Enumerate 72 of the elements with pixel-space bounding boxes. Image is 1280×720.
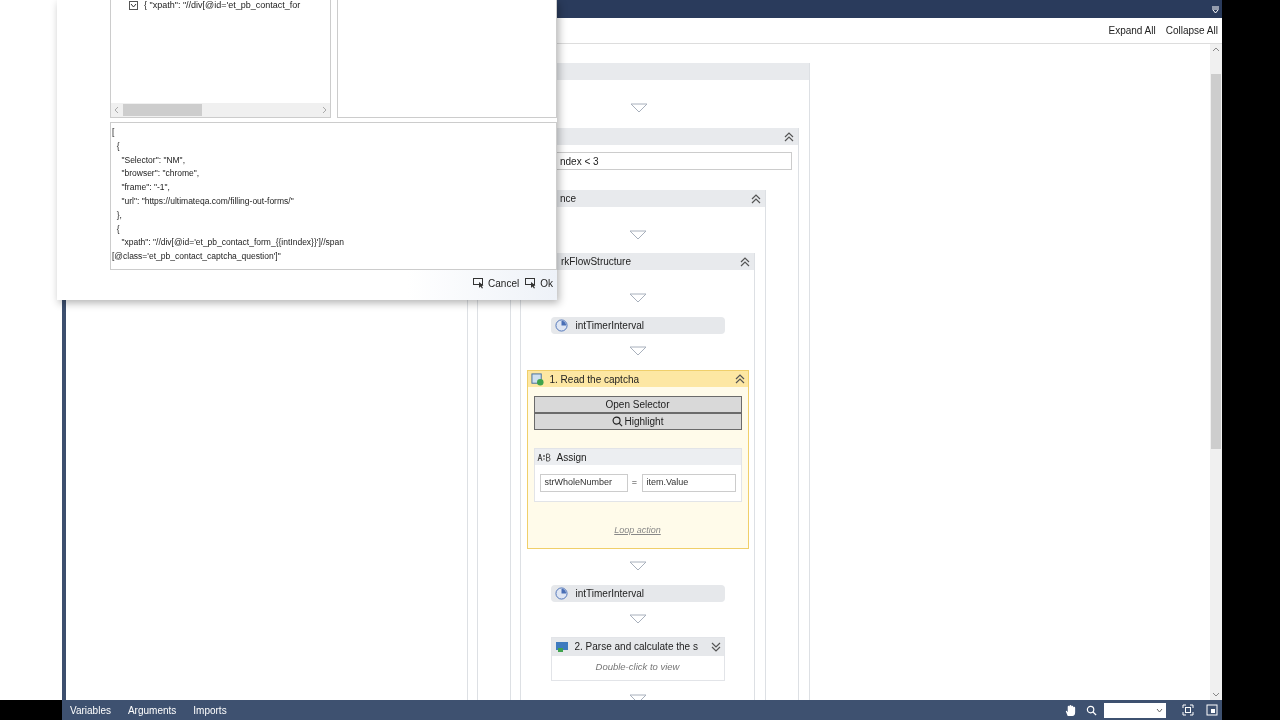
delay-activity[interactable]: intTimerInterval bbox=[550, 317, 725, 334]
assign-to-field[interactable]: strWholeNumber bbox=[539, 474, 628, 492]
code-line: }, bbox=[115, 208, 122, 222]
assign-icon bbox=[536, 452, 551, 462]
double-click-hint: Double-click to view bbox=[594, 660, 681, 675]
collapse-icon[interactable] bbox=[784, 131, 794, 142]
designer-tab[interactable]: Arguments bbox=[127, 702, 177, 718]
scroll-up-icon[interactable] bbox=[1212, 46, 1220, 54]
pin-icon[interactable] bbox=[1211, 4, 1220, 14]
drop-arrow-icon bbox=[628, 693, 647, 700]
code-line: "url": "https://ultimateqa.com/filling-out-forms/" bbox=[120, 195, 294, 208]
collapse-icon[interactable] bbox=[734, 374, 745, 384]
code-line: "browser": "chrome", bbox=[120, 167, 200, 181]
code-line: [ bbox=[112, 126, 115, 139]
drop-arrow-icon bbox=[628, 560, 647, 571]
vertical-scrollbar[interactable] bbox=[1210, 44, 1222, 700]
search-icon bbox=[611, 416, 623, 427]
activity-title: intTimerInterval bbox=[575, 586, 645, 601]
code-line: { bbox=[115, 222, 120, 236]
delay-activity[interactable]: intTimerInterval bbox=[550, 584, 725, 602]
cancel-button[interactable]: Cancel bbox=[473, 276, 520, 291]
tree-node-icon[interactable] bbox=[129, 0, 138, 10]
horizontal-scrollbar[interactable] bbox=[111, 103, 330, 117]
code-line: { bbox=[115, 139, 120, 153]
scroll-down-icon[interactable] bbox=[1212, 690, 1220, 698]
caret-icon bbox=[1156, 707, 1163, 713]
designer-tab[interactable]: Variables bbox=[70, 702, 111, 718]
collapse-icon[interactable] bbox=[740, 256, 750, 267]
activity-title: 2. Parse and calculate the s bbox=[574, 640, 699, 654]
ok-button[interactable]: Ok bbox=[525, 276, 553, 291]
collapse-all-button[interactable]: Collapse All bbox=[1165, 23, 1218, 38]
equals-sign: = bbox=[630, 476, 639, 490]
drop-arrow-icon bbox=[628, 293, 647, 303]
clock-icon bbox=[554, 319, 568, 332]
code-line: "frame": "-1", bbox=[120, 181, 170, 195]
search-icon[interactable] bbox=[1086, 704, 1097, 716]
drop-arrow-icon bbox=[628, 346, 647, 356]
cursor-click-icon bbox=[473, 278, 486, 289]
hand-icon[interactable] bbox=[1064, 703, 1077, 717]
selector-text-area[interactable] bbox=[110, 122, 557, 270]
tree-node-label[interactable]: { "xpath": "//div[@id='et_pb_contact_for bbox=[144, 0, 301, 10]
sequence-activity[interactable]: 2. Parse and calculate the s Double-click to view bbox=[550, 636, 725, 681]
activity-title: intTimerInterval bbox=[575, 319, 645, 333]
scope-activity[interactable]: 1. Read the captcha Open Selector Highlight Assign strWholeNumber = item.Value Loop action bbox=[526, 370, 749, 549]
fit-to-screen-icon[interactable] bbox=[1182, 704, 1194, 716]
activity-title: Assign bbox=[556, 450, 587, 465]
container-title: nce bbox=[560, 192, 578, 206]
loop-action-link[interactable]: Loop action bbox=[614, 524, 661, 538]
assign-activity[interactable]: Assign strWholeNumber = item.Value bbox=[533, 448, 742, 502]
code-line: "Selector": "NM", bbox=[120, 153, 185, 167]
designer-tab[interactable]: Imports bbox=[193, 702, 227, 718]
expand-all-button[interactable]: Expand All bbox=[1108, 23, 1156, 38]
scrollbar-thumb[interactable] bbox=[1211, 74, 1221, 449]
clock-icon bbox=[554, 586, 568, 600]
drop-arrow-icon bbox=[629, 230, 647, 240]
code-line: "xpath": "//div[@id='et_pb_contact_form_{{intIndex}}']//span bbox=[120, 236, 344, 250]
drop-arrow-icon bbox=[628, 613, 647, 624]
container-title: rkFlowStructure bbox=[561, 255, 632, 269]
sequence-icon bbox=[554, 640, 569, 653]
drop-arrow-icon bbox=[629, 103, 648, 113]
zoom-combo-box[interactable] bbox=[1104, 702, 1166, 718]
scrollbar-thumb[interactable] bbox=[123, 104, 202, 116]
activity-title: 1. Read the captcha bbox=[549, 372, 640, 387]
overview-icon[interactable] bbox=[1206, 704, 1218, 716]
code-line: [@class='et_pb_contact_captcha_question']" bbox=[112, 250, 281, 264]
highlight-button[interactable]: Highlight bbox=[533, 413, 742, 430]
expand-icon[interactable] bbox=[710, 641, 721, 652]
open-selector-button[interactable]: Open Selector bbox=[533, 396, 742, 413]
browser-scope-icon bbox=[530, 372, 544, 386]
cursor-click-icon bbox=[525, 278, 538, 289]
collapse-icon[interactable] bbox=[751, 193, 761, 204]
assign-value-field[interactable]: item.Value bbox=[641, 474, 736, 492]
